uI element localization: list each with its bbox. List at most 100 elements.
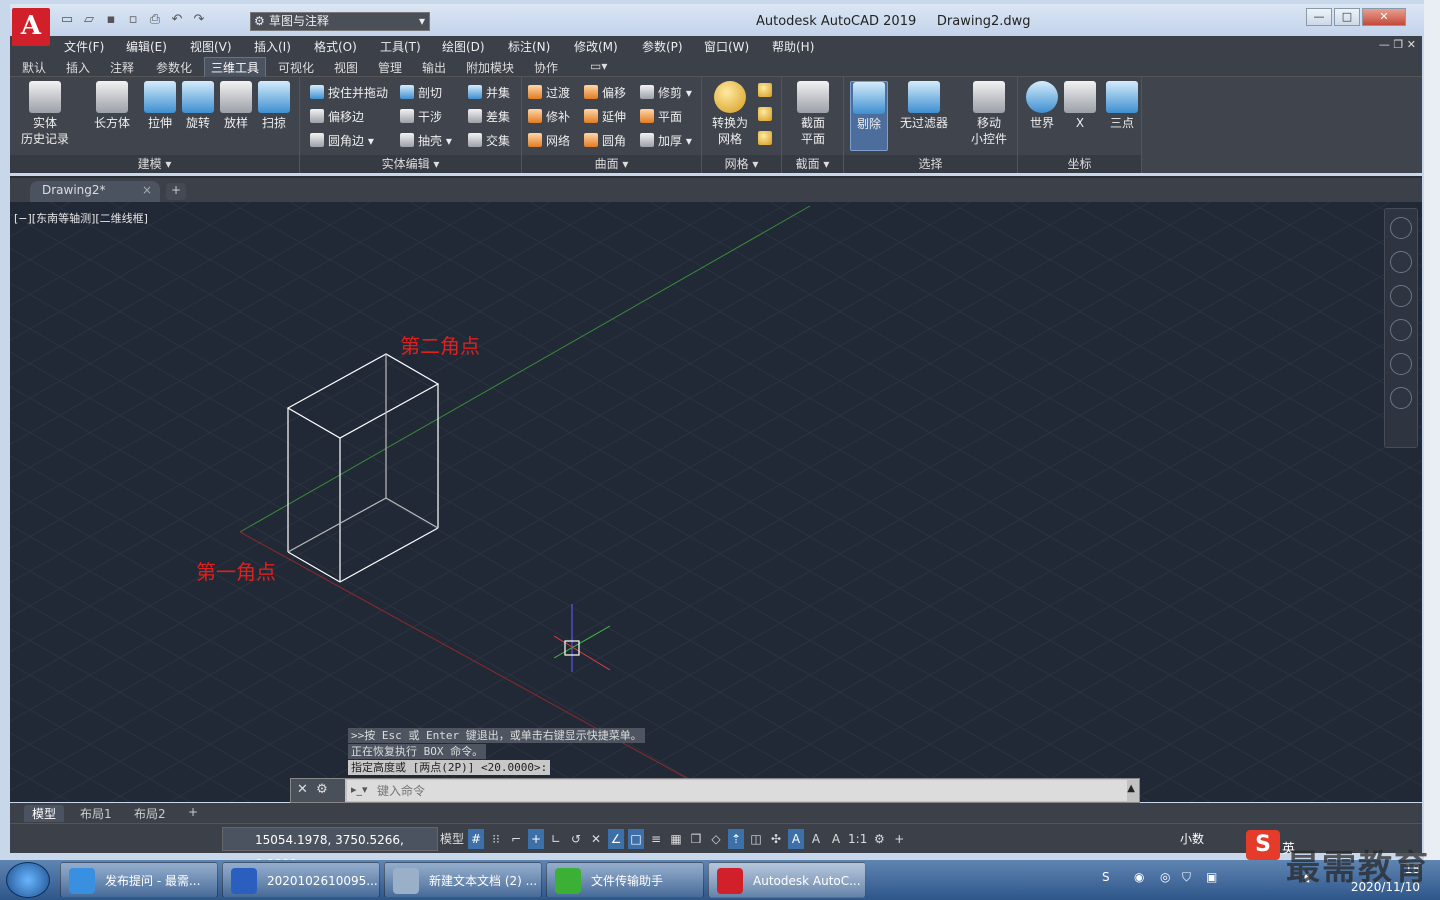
tab-model[interactable]: 模型 (24, 805, 65, 822)
loft-button[interactable]: 放样 (216, 81, 256, 131)
taskbar-item-active[interactable]: Autodesk AutoC... (708, 862, 866, 898)
surface-offset-button[interactable]: 偏移 (584, 84, 626, 101)
menu-format[interactable]: 格式(O) (314, 38, 357, 55)
wechat-tray-icon[interactable]: ◉ (1134, 870, 1144, 884)
minimize-button[interactable]: — (1306, 8, 1332, 26)
selection-filter-icon[interactable]: ◫ (748, 829, 764, 849)
save-icon[interactable]: ▪ (102, 12, 120, 28)
tab-3d-tools[interactable]: 三维工具 (204, 57, 267, 77)
blend-button[interactable]: 过渡 (528, 84, 570, 101)
mesh-tool-3[interactable] (758, 131, 776, 146)
union-button[interactable]: 并集 (468, 84, 510, 101)
3d-osnap-icon[interactable]: ◇ (708, 829, 724, 849)
solid-history-button[interactable]: 实体 历史记录 (18, 81, 72, 147)
workspace-switch-icon[interactable]: ⚙ (871, 829, 887, 849)
extend-button[interactable]: 延伸 (584, 108, 626, 125)
tab-layout2[interactable]: 布局2 (126, 805, 174, 822)
weibo-tray-icon[interactable]: ◎ (1160, 870, 1170, 884)
menu-parameter[interactable]: 参数(P) (642, 38, 683, 55)
world-ucs-button[interactable]: 世界 (1024, 81, 1060, 131)
menu-dimension[interactable]: 标注(N) (508, 38, 550, 55)
culling-button[interactable]: 剔除 (850, 81, 888, 151)
convert-to-mesh-button[interactable]: 转换为 网格 (708, 81, 752, 147)
tab-output[interactable]: 输出 (422, 59, 446, 76)
auto-scale-icon[interactable]: A (808, 829, 824, 849)
new-tab-button[interactable]: + (166, 183, 186, 200)
tab-parametric[interactable]: 参数化 (156, 59, 192, 76)
dynamic-ucs-icon[interactable]: ⇡ (728, 829, 745, 849)
plot-icon[interactable]: ⎙ (146, 12, 164, 28)
showmotion-icon[interactable] (1390, 387, 1412, 409)
customize-wrench-icon[interactable]: ⚙ (316, 782, 328, 797)
snap-icon[interactable]: ⁝⁝ (488, 829, 504, 849)
intersect-button[interactable]: 交集 (468, 132, 510, 149)
menu-edit[interactable]: 编辑(E) (126, 38, 167, 55)
open-file-icon[interactable]: ▱ (80, 12, 98, 28)
gizmo-toggle-icon[interactable]: ✣ (768, 829, 784, 849)
redo-icon[interactable]: ↷ (190, 12, 208, 28)
panel-title-section[interactable]: 截面 ▾ (782, 155, 843, 173)
orbit-icon[interactable] (1390, 353, 1412, 375)
save-as-icon[interactable]: ▫ (124, 12, 142, 28)
patch-button[interactable]: 修补 (528, 108, 570, 125)
tab-addins[interactable]: 附加模块 (466, 59, 514, 76)
steering-wheel-icon[interactable] (1390, 251, 1412, 273)
transparency-icon[interactable]: ▦ (668, 829, 684, 849)
extrude-button[interactable]: 拉伸 (140, 81, 180, 131)
section-plane-button[interactable]: 截面 平面 (790, 81, 836, 147)
box-button[interactable]: 长方体 (90, 81, 134, 131)
ucs-3point-button[interactable]: 三点 (1104, 81, 1140, 131)
panel-title-modeling[interactable]: 建模 ▾ (10, 155, 299, 173)
application-menu-button[interactable]: A (12, 8, 50, 46)
network-button[interactable]: 网络 (528, 132, 570, 149)
close-button[interactable]: ✕ (1362, 8, 1406, 26)
annotation-scale-value[interactable]: 1:1 (848, 829, 867, 849)
annotation-scale-icon[interactable]: A (828, 829, 844, 849)
history-toggle-icon[interactable]: ▲ (1127, 783, 1135, 794)
ortho-icon[interactable]: ∟ (548, 829, 564, 849)
add-layout-button[interactable]: + (180, 805, 206, 819)
panel-title-coordinates[interactable]: 坐标 (1018, 155, 1141, 173)
document-tab[interactable]: Drawing2* × (30, 181, 160, 202)
maximize-button[interactable]: □ (1334, 8, 1360, 26)
model-space-button[interactable]: 模型 (440, 829, 464, 849)
lineweight-icon[interactable]: ≡ (648, 829, 664, 849)
start-button[interactable] (6, 862, 50, 898)
menu-view[interactable]: 视图(V) (190, 38, 232, 55)
viewcube-icon[interactable] (1390, 217, 1412, 239)
fillet-edge-button[interactable]: 圆角边 ▾ (310, 132, 374, 149)
network-tray-icon[interactable]: ▣ (1206, 870, 1217, 884)
tab-insert[interactable]: 插入 (66, 59, 90, 76)
sogou-tray-icon[interactable]: S (1102, 870, 1110, 884)
menu-modify[interactable]: 修改(M) (574, 38, 618, 55)
planar-button[interactable]: 平面 (640, 108, 682, 125)
coordinates-display[interactable]: 15054.1978, 3750.5266, 0.0000 (222, 827, 438, 871)
infer-constraints-icon[interactable]: ⌐ (508, 829, 524, 849)
thicken-button[interactable]: 加厚 ▾ (640, 132, 692, 149)
units-display[interactable]: 小数 (1160, 827, 1250, 851)
pan-hand-icon[interactable] (1390, 285, 1412, 307)
command-input[interactable] (347, 780, 1127, 801)
menu-window[interactable]: 窗口(W) (704, 38, 749, 55)
tab-annotate[interactable]: 注释 (110, 59, 134, 76)
new-file-icon[interactable]: ▭ (58, 12, 76, 28)
close-tab-icon[interactable]: × (142, 183, 152, 197)
tab-default[interactable]: 默认 (22, 59, 46, 76)
panel-title-surface[interactable]: 曲面 ▾ (522, 155, 701, 173)
ribbon-toggle-icon[interactable]: ▭▾ (590, 59, 607, 73)
polar-tracking-icon[interactable]: ↺ (568, 829, 584, 849)
menu-help[interactable]: 帮助(H) (772, 38, 814, 55)
viewport-controls-label[interactable]: [−][东南等轴测][二维线框] (14, 210, 148, 226)
menu-file[interactable]: 文件(F) (64, 38, 104, 55)
close-command-icon[interactable]: ✕ (297, 782, 308, 797)
revolve-button[interactable]: 旋转 (178, 81, 218, 131)
panel-title-selection[interactable]: 选择 (844, 155, 1017, 173)
annotation-monitor-icon[interactable]: + (891, 829, 907, 849)
interfere-button[interactable]: 干涉 (400, 108, 442, 125)
shell-button[interactable]: 抽壳 ▾ (400, 132, 452, 149)
menu-draw[interactable]: 绘图(D) (442, 38, 485, 55)
menu-insert[interactable]: 插入(I) (254, 38, 291, 55)
move-gizmo-button[interactable]: 移动 小控件 (964, 81, 1014, 147)
dynamic-input-icon[interactable]: + (528, 829, 545, 849)
trim-button[interactable]: 修剪 ▾ (640, 84, 692, 101)
